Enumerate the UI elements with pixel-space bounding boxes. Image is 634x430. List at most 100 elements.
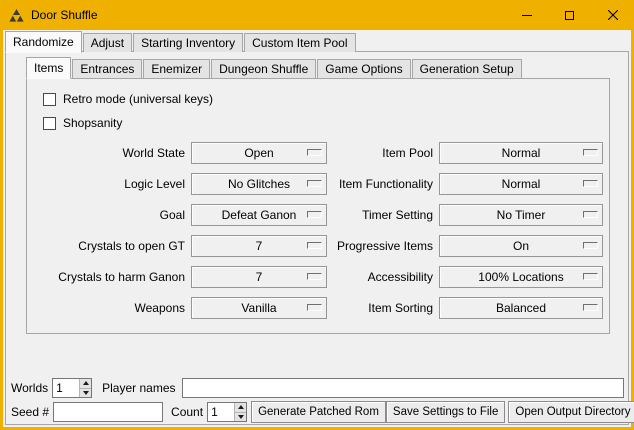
item-functionality-label: Item Functionality [331, 177, 433, 191]
spin-up-arrow-icon [238, 405, 244, 409]
worlds-input[interactable] [53, 379, 79, 397]
setting-row: Crystals to harm Ganon 7 Accessibility 1… [27, 266, 609, 288]
goal-dropdown[interactable]: Defeat Ganon [191, 204, 327, 226]
dropdown-indicator-icon [583, 242, 598, 249]
tab-game-options[interactable]: Game Options [317, 59, 410, 78]
tab-enemizer[interactable]: Enemizer [143, 59, 210, 78]
settings-tab-bar: Items Entrances Enemizer Dungeon Shuffle… [26, 57, 610, 78]
accessibility-dropdown[interactable]: 100% Locations [439, 266, 603, 288]
settings-grid: World State Open Item Pool Normal [27, 142, 609, 319]
dropdown-indicator-icon [583, 304, 598, 311]
seed-input[interactable] [53, 402, 163, 422]
worlds-spin-buttons [79, 379, 91, 397]
logic-level-dropdown[interactable]: No Glitches [191, 173, 327, 195]
world-state-label: World State [27, 146, 185, 160]
dropdown-indicator-icon [307, 273, 322, 280]
dropdown-indicator-icon [583, 211, 598, 218]
dropdown-indicator-icon [307, 211, 322, 218]
tab-items[interactable]: Items [26, 57, 71, 79]
progressive-items-label: Progressive Items [331, 239, 433, 253]
retro-mode-checkbox[interactable] [43, 93, 56, 106]
count-spin-buttons [234, 403, 246, 421]
crystals-ganon-dropdown[interactable]: 7 [191, 266, 327, 288]
count-spinbox[interactable] [207, 402, 247, 422]
count-label: Count [171, 405, 203, 419]
world-state-dropdown[interactable]: Open [191, 142, 327, 164]
maximize-icon [565, 11, 574, 20]
setting-row: Logic Level No Glitches Item Functionali… [27, 173, 609, 195]
item-sorting-label: Item Sorting [331, 301, 433, 315]
count-spin-up-button[interactable] [234, 403, 246, 413]
window-client-area: Randomize Adjust Starting Inventory Cust… [3, 30, 631, 427]
spin-down-arrow-icon [83, 391, 89, 395]
settings-notebook: Items Entrances Enemizer Dungeon Shuffle… [26, 57, 610, 334]
tab-starting-inventory[interactable]: Starting Inventory [133, 33, 243, 52]
tab-dungeon-shuffle[interactable]: Dungeon Shuffle [211, 59, 316, 78]
setting-row: Crystals to open GT 7 Progressive Items … [27, 235, 609, 257]
window-title: Door Shuffle [31, 8, 98, 22]
tab-custom-item-pool[interactable]: Custom Item Pool [244, 33, 355, 52]
dropdown-indicator-icon [583, 149, 598, 156]
count-spin-down-button[interactable] [234, 413, 246, 422]
dropdown-indicator-icon [307, 149, 322, 156]
timer-setting-dropdown[interactable]: No Timer [439, 204, 603, 226]
retro-mode-label: Retro mode (universal keys) [63, 92, 213, 106]
open-output-directory-button[interactable]: Open Output Directory [508, 401, 634, 423]
tab-randomize[interactable]: Randomize [5, 31, 82, 53]
titlebar[interactable]: Door Shuffle [0, 0, 634, 30]
item-pool-dropdown[interactable]: Normal [439, 142, 603, 164]
spin-up-arrow-icon [83, 381, 89, 385]
item-functionality-dropdown[interactable]: Normal [439, 173, 603, 195]
player-names-label: Player names [102, 381, 175, 395]
close-icon [608, 10, 618, 20]
goal-label: Goal [27, 208, 185, 222]
randomize-panel: Items Entrances Enemizer Dungeon Shuffle… [5, 51, 629, 425]
crystals-gt-dropdown[interactable]: 7 [191, 235, 327, 257]
shopsanity-checkbox[interactable] [43, 117, 56, 130]
seed-row: Seed # Count Generate Patched Rom Save S… [11, 401, 624, 423]
worlds-spin-up-button[interactable] [79, 379, 91, 389]
maximize-button[interactable] [548, 0, 591, 30]
retro-mode-row: Retro mode (universal keys) [43, 87, 609, 111]
items-panel: Retro mode (universal keys) Shopsanity W… [26, 78, 610, 334]
shopsanity-row: Shopsanity [43, 111, 609, 135]
worlds-spin-down-button[interactable] [79, 389, 91, 398]
setting-row: Weapons Vanilla Item Sorting Balanced [27, 297, 609, 319]
shopsanity-label: Shopsanity [63, 116, 122, 130]
accessibility-label: Accessibility [331, 270, 433, 284]
crystals-ganon-label: Crystals to harm Ganon [27, 270, 185, 284]
crystals-gt-label: Crystals to open GT [27, 239, 185, 253]
setting-row: Goal Defeat Ganon Timer Setting No Timer [27, 204, 609, 226]
minimize-button[interactable] [505, 0, 548, 30]
logic-level-label: Logic Level [27, 177, 185, 191]
caption-buttons [505, 0, 634, 30]
door-shuffle-window: Door Shuffle Randomize Adjust Starting I… [0, 0, 634, 430]
save-settings-button[interactable]: Save Settings to File [386, 401, 505, 423]
weapons-dropdown[interactable]: Vanilla [191, 297, 327, 319]
worlds-label: Worlds [11, 381, 48, 395]
player-names-input[interactable] [182, 378, 625, 398]
main-tab-bar: Randomize Adjust Starting Inventory Cust… [3, 30, 631, 52]
dropdown-indicator-icon [307, 304, 322, 311]
dropdown-indicator-icon [307, 180, 322, 187]
item-pool-label: Item Pool [331, 146, 433, 160]
timer-setting-label: Timer Setting [331, 208, 433, 222]
weapons-label: Weapons [27, 301, 185, 315]
dropdown-indicator-icon [583, 180, 598, 187]
dropdown-indicator-icon [307, 242, 322, 249]
item-sorting-dropdown[interactable]: Balanced [439, 297, 603, 319]
seed-label: Seed # [11, 405, 49, 419]
tab-generation-setup[interactable]: Generation Setup [412, 59, 522, 78]
worlds-spinbox[interactable] [52, 378, 92, 398]
app-icon [9, 9, 24, 22]
worlds-row: Worlds Player names [11, 377, 624, 399]
count-input[interactable] [208, 403, 234, 421]
tab-entrances[interactable]: Entrances [72, 59, 142, 78]
spin-down-arrow-icon [238, 415, 244, 419]
generate-patched-rom-button[interactable]: Generate Patched Rom [251, 401, 386, 423]
minimize-icon [522, 15, 532, 16]
setting-row: World State Open Item Pool Normal [27, 142, 609, 164]
progressive-items-dropdown[interactable]: On [439, 235, 603, 257]
close-button[interactable] [591, 0, 634, 30]
tab-adjust[interactable]: Adjust [83, 33, 132, 52]
